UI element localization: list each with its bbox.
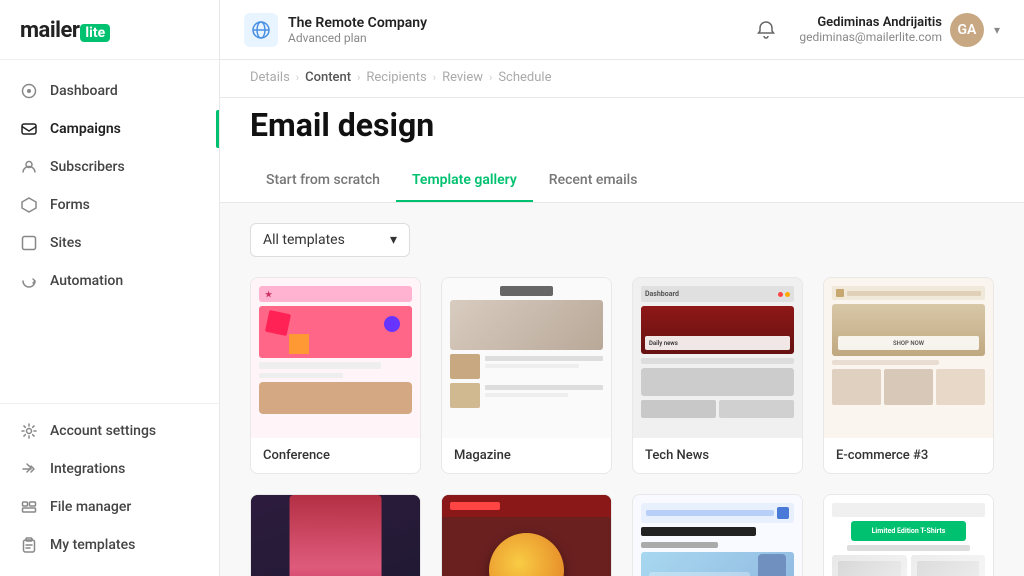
template-thumb-tech-news: Dashboard Daily news [633,278,802,438]
template-card-dashboard-stats[interactable]: Newsletter #2 [632,494,803,576]
breadcrumb-sep-3: › [433,71,436,84]
sidebar: mailerlite Dashboard Campaigns Subscribe… [0,0,220,576]
avatar: GA [950,13,984,47]
breadcrumb-bar: Details › Content › Recipients › Review … [220,60,1024,98]
sidebar-item-dashboard-label: Dashboard [50,83,118,99]
tab-recent-emails[interactable]: Recent emails [533,160,654,202]
sidebar-item-forms-label: Forms [50,197,90,213]
breadcrumb-sep-2: › [357,71,360,84]
tab-start-from-scratch[interactable]: Start from scratch [250,160,396,202]
logo-area: mailerlite [0,0,219,60]
sidebar-item-automation-label: Automation [50,273,123,289]
template-card-pizza[interactable]: Restaurant [441,494,612,576]
template-thumb-magazine [442,278,611,438]
user-details: Gediminas Andrijaitis gediminas@mailerli… [799,15,942,44]
filter-dropdown[interactable]: All templates ▾ [250,223,410,257]
breadcrumb-sep-1: › [296,71,299,84]
gallery-area: All templates ▾ ★ [220,203,1024,576]
breadcrumb-schedule[interactable]: Schedule [498,70,551,85]
filter-label: All templates [263,232,345,248]
company-avatar [244,13,278,47]
chevron-down-icon: ▾ [994,23,1000,37]
subscribers-icon [20,158,38,176]
header-right: Gediminas Andrijaitis gediminas@mailerli… [749,13,1000,47]
logo: mailerlite [20,22,110,41]
template-label-ecommerce3: E-commerce #3 [824,438,993,473]
template-card-light-shirt[interactable]: Limited Edition T-Shirts [823,494,994,576]
chevron-down-icon: ▾ [390,232,397,248]
template-card-fitness[interactable]: Fitness [250,494,421,576]
template-thumb-fitness [251,495,420,576]
user-name: Gediminas Andrijaitis [799,15,942,30]
content-area: Details › Content › Recipients › Review … [220,60,1024,576]
template-card-ecommerce3[interactable]: SHOP NOW E-commerce #3 [823,277,994,474]
template-label-tech-news: Tech News [633,438,802,473]
template-label-magazine: Magazine [442,438,611,473]
sidebar-item-subscribers[interactable]: Subscribers [0,148,219,186]
sidebar-item-forms[interactable]: Forms [0,186,219,224]
sidebar-item-my-templates-label: My templates [50,537,135,553]
page-title: Email design [250,98,994,160]
company-name: The Remote Company [288,15,427,31]
template-thumb-conference: ★ [251,278,420,438]
sidebar-nav: Dashboard Campaigns Subscribers Forms Si… [0,60,219,403]
template-thumb-light-shirt: Limited Edition T-Shirts [824,495,993,576]
main-area: The Remote Company Advanced plan Gedimin… [220,0,1024,576]
tab-template-gallery[interactable]: Template gallery [396,160,533,202]
sidebar-item-subscribers-label: Subscribers [50,159,125,175]
dashboard-icon [20,82,38,100]
account-settings-icon [20,422,38,440]
campaigns-icon [20,120,38,138]
file-manager-icon [20,498,38,516]
company-plan: Advanced plan [288,31,427,45]
automation-icon [20,272,38,290]
sidebar-item-integrations[interactable]: Integrations [0,450,219,488]
template-label-conference: Conference [251,438,420,473]
user-email: gediminas@mailerlite.com [799,30,942,44]
page-title-section: Email design [220,98,1024,160]
sidebar-item-file-manager[interactable]: File manager [0,488,219,526]
breadcrumb-recipients[interactable]: Recipients [366,70,426,85]
sidebar-item-sites[interactable]: Sites [0,224,219,262]
template-thumb-dashboard-stats [633,495,802,576]
breadcrumb-sep-4: › [489,71,492,84]
template-thumb-pizza [442,495,611,576]
template-card-conference[interactable]: ★ Conference [250,277,421,474]
sidebar-item-file-manager-label: File manager [50,499,131,515]
sidebar-item-integrations-label: Integrations [50,461,125,477]
tabs-bar: Start from scratch Template gallery Rece… [220,160,1024,203]
template-grid: ★ Conference [250,277,994,576]
sidebar-item-sites-label: Sites [50,235,81,251]
sidebar-item-account-settings[interactable]: Account settings [0,412,219,450]
sidebar-item-campaigns[interactable]: Campaigns [0,110,219,148]
filter-row: All templates ▾ [250,223,994,257]
top-header: The Remote Company Advanced plan Gedimin… [220,0,1024,60]
sites-icon [20,234,38,252]
template-card-tech-news[interactable]: Dashboard Daily news [632,277,803,474]
template-thumb-ecommerce3: SHOP NOW [824,278,993,438]
integrations-icon [20,460,38,478]
breadcrumb: Details › Content › Recipients › Review … [250,70,994,85]
sidebar-item-my-templates[interactable]: My templates [0,526,219,564]
breadcrumb-review[interactable]: Review [442,70,483,85]
sidebar-bottom: Account settings Integrations File manag… [0,403,219,576]
notifications-button[interactable] [749,13,783,47]
template-card-magazine[interactable]: Magazine [441,277,612,474]
breadcrumb-details[interactable]: Details [250,70,290,85]
breadcrumb-content[interactable]: Content [305,70,351,85]
sidebar-item-dashboard[interactable]: Dashboard [0,72,219,110]
sidebar-item-automation[interactable]: Automation [0,262,219,300]
sidebar-item-account-settings-label: Account settings [50,423,156,439]
my-templates-icon [20,536,38,554]
company-details: The Remote Company Advanced plan [288,15,427,45]
forms-icon [20,196,38,214]
company-info[interactable]: The Remote Company Advanced plan [244,13,427,47]
sidebar-item-campaigns-label: Campaigns [50,121,121,137]
user-menu[interactable]: Gediminas Andrijaitis gediminas@mailerli… [799,13,1000,47]
